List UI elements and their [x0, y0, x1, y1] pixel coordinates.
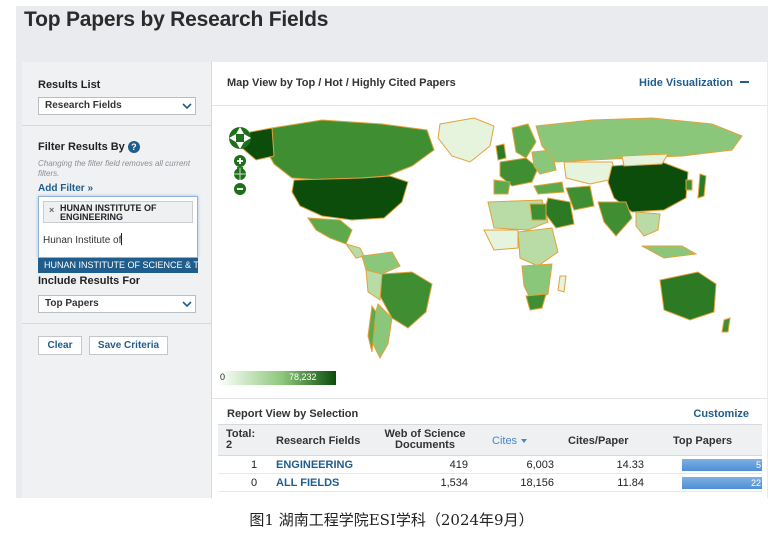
- map-madagascar: [557, 275, 567, 293]
- map-turkey: [533, 181, 565, 195]
- filter-tag: × HUNAN INSTITUTE OF ENGINEERING: [43, 201, 193, 223]
- research-fields-header[interactable]: Research Fields: [276, 436, 360, 447]
- include-results-select[interactable]: Top Papers: [38, 295, 196, 313]
- main-panel: Map View by Top / Hot / Highly Cited Pap…: [212, 62, 767, 498]
- row-cites: 6,003: [526, 459, 554, 471]
- row-documents: 419: [449, 459, 468, 471]
- map-south-africa: [525, 293, 547, 311]
- remove-tag-icon[interactable]: ×: [49, 206, 54, 215]
- autocomplete-suggestion[interactable]: HUNAN INSTITUTE OF SCIENCE & TECHNOLOGY: [38, 258, 198, 273]
- page-title: Top Papers by Research Fields: [24, 8, 329, 31]
- row-rank: 0: [251, 477, 258, 489]
- map-mongolia: [621, 153, 669, 167]
- figure-caption: 图1 湖南工程学院ESI学科（2024年9月）: [249, 511, 534, 529]
- map-peru-bolivia: [365, 269, 383, 301]
- customize-link[interactable]: Customize: [693, 408, 749, 420]
- map-japan: [697, 173, 707, 199]
- cites-header[interactable]: Cites: [492, 436, 528, 447]
- map-central-america: [344, 243, 365, 259]
- clear-button[interactable]: Clear: [38, 336, 82, 355]
- world-map[interactable]: 0 78,232: [212, 106, 767, 396]
- top-papers-bar: 22: [682, 477, 762, 489]
- filter-tag-label: HUNAN INSTITUTE OF ENGINEERING: [60, 203, 157, 222]
- sidebar: Results List Research Fields Filter Resu…: [22, 62, 212, 498]
- cites-per-paper-header[interactable]: Cites/Paper: [568, 436, 629, 447]
- sort-desc-icon: [521, 439, 528, 443]
- map-australia: [659, 271, 717, 321]
- results-list-value: Research Fields: [45, 100, 122, 111]
- map-canada: [263, 119, 435, 181]
- total-header: Total: 2: [226, 429, 255, 451]
- map-india: [597, 201, 633, 237]
- include-label: Include Results For: [38, 275, 141, 287]
- total-count: 2: [226, 439, 233, 451]
- table-row[interactable]: 0 ALL FIELDS 1,534 18,156 11.84 22: [218, 474, 762, 492]
- app-frame: Top Papers by Research Fields Results Li…: [16, 6, 768, 498]
- map-legend: 0 78,232: [218, 371, 336, 385]
- map-central-africa: [517, 227, 559, 267]
- divider: [22, 323, 212, 324]
- wos-line2: Documents: [395, 439, 455, 451]
- save-criteria-button[interactable]: Save Criteria: [89, 336, 168, 355]
- hide-visualization-label: Hide Visualization: [639, 77, 733, 89]
- top-papers-bar: 5: [682, 459, 762, 471]
- map-pan-control[interactable]: [226, 124, 254, 214]
- row-rank: 1: [251, 459, 258, 471]
- chevron-down-icon: [182, 301, 192, 308]
- map-egypt: [529, 203, 547, 221]
- map-indonesia: [641, 245, 698, 259]
- map-spain: [493, 179, 511, 195]
- report-header: Report View by Selection Customize: [212, 398, 767, 422]
- map-zoom-controls: [226, 124, 254, 219]
- help-icon[interactable]: ?: [127, 141, 140, 153]
- legend-min: 0: [220, 372, 226, 382]
- filter-input[interactable]: Hunan Institute of: [43, 233, 123, 246]
- minus-icon: [740, 81, 749, 83]
- include-results-value: Top Papers: [45, 298, 99, 309]
- row-cites-per-paper: 14.33: [616, 459, 644, 471]
- add-filter-link[interactable]: Add Filter »: [38, 183, 93, 194]
- field-link-all-fields[interactable]: ALL FIELDS: [276, 477, 339, 489]
- map-mexico: [307, 217, 353, 245]
- table-header: Total: 2 Research Fields Web of Science …: [218, 424, 762, 456]
- wos-documents-header[interactable]: Web of Science Documents: [382, 429, 468, 451]
- top-papers-header[interactable]: Top Papers: [673, 436, 732, 447]
- map-usa: [291, 175, 409, 221]
- legend-max: 78,232: [289, 372, 317, 382]
- results-list-label: Results List: [38, 79, 101, 91]
- results-list-select[interactable]: Research Fields: [38, 97, 196, 115]
- map-korea: [685, 179, 693, 191]
- report-title: Report View by Selection: [227, 408, 359, 420]
- field-link-engineering[interactable]: ENGINEERING: [276, 459, 353, 471]
- row-cites-per-paper: 11.84: [617, 477, 644, 489]
- filter-label-text: Filter Results By: [38, 141, 125, 153]
- cites-header-label: Cites: [492, 435, 518, 447]
- map-saudi: [543, 197, 575, 229]
- visualization-header: Map View by Top / Hot / Highly Cited Pap…: [212, 62, 767, 106]
- results-table: Total: 2 Research Fields Web of Science …: [218, 424, 762, 492]
- map-new-zealand: [721, 317, 731, 333]
- filter-label: Filter Results By ?: [38, 141, 140, 153]
- filter-hint: Changing the filter field removes all cu…: [38, 159, 191, 178]
- map-uk: [495, 143, 507, 161]
- visualization-title: Map View by Top / Hot / Highly Cited Pap…: [227, 77, 456, 89]
- chevron-down-icon: [182, 103, 192, 110]
- table-row[interactable]: 1 ENGINEERING 419 6,003 14.33 5: [218, 456, 762, 474]
- filter-input-value: Hunan Institute of: [43, 235, 122, 246]
- text-caret: [121, 233, 123, 245]
- map-southeast-asia: [635, 211, 661, 237]
- row-documents: 1,534: [440, 477, 468, 489]
- map-west-africa: [483, 229, 519, 251]
- map-greenland: [437, 117, 495, 163]
- divider: [22, 125, 212, 126]
- hide-visualization-link[interactable]: Hide Visualization: [639, 77, 749, 89]
- row-cites: 18,156: [520, 477, 554, 489]
- world-map-svg[interactable]: [212, 106, 767, 366]
- filter-tag-box[interactable]: × HUNAN INSTITUTE OF ENGINEERING Hunan I…: [38, 196, 198, 258]
